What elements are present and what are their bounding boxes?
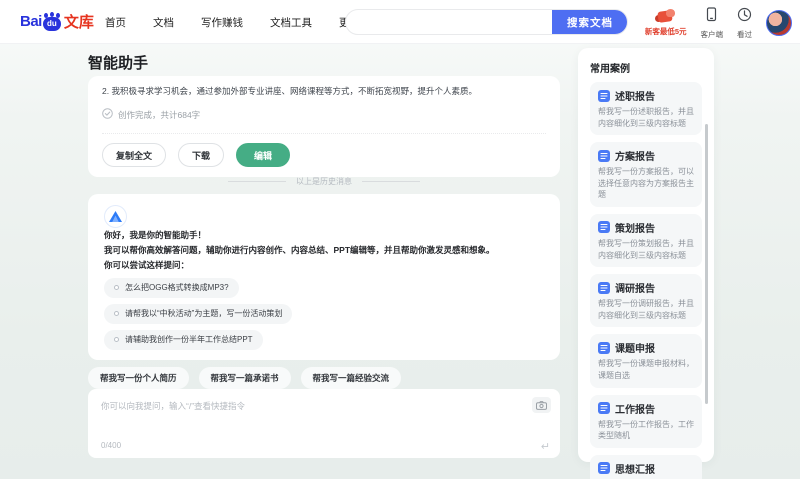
search-button[interactable]: 搜索文档: [552, 10, 627, 34]
main-nav: 首页 文档 写作赚钱 文档工具 更多: [105, 0, 360, 44]
check-circle-icon: [102, 106, 113, 124]
document-icon: [598, 402, 610, 415]
promo-gift-icon: [654, 9, 678, 24]
search-input[interactable]: [346, 10, 552, 34]
case-card-keti[interactable]: 课题申报 帮我写一份课题申报材料，课题自选: [590, 334, 702, 388]
promo-entry[interactable]: 新客最低5元: [645, 9, 687, 37]
suggestion-item[interactable]: 请帮我以“中秋活动”为主题，写一份活动策划: [104, 303, 293, 324]
suggestion-item[interactable]: 怎么把OGG格式转换成MP3?: [104, 277, 239, 298]
phone-icon: [705, 6, 718, 27]
nav-item-home[interactable]: 首页: [105, 15, 126, 30]
panel-scrollbar[interactable]: [705, 124, 708, 404]
suggestion-item[interactable]: 请辅助我创作一份半年工作总结PPT: [104, 329, 263, 350]
document-icon: [598, 281, 610, 294]
bullet-icon: [114, 311, 119, 317]
baidu-paw-icon: du: [42, 11, 61, 31]
generated-content-line: 2. 我积极寻求学习机会，通过参加外部专业讲座、网络课程等方式，不断拓宽视野，提…: [102, 86, 477, 96]
user-avatar[interactable]: [766, 10, 792, 36]
nav-item-docs[interactable]: 文档: [153, 15, 174, 30]
history-message-card: 2. 我积极寻求学习机会，通过参加外部专业讲座、网络课程等方式，不断拓宽视野，提…: [88, 76, 560, 177]
viewed-entry[interactable]: 看过: [737, 7, 752, 40]
edit-button[interactable]: 编辑: [236, 143, 291, 167]
suggestion-list: 怎么把OGG格式转换成MP3? 请帮我以“中秋活动”为主题，写一份活动策划 请辅…: [104, 277, 544, 350]
viewed-label: 看过: [737, 29, 752, 39]
bullet-icon: [114, 285, 119, 291]
client-entry[interactable]: 客户端: [700, 6, 724, 40]
history-actions: 复制全文 下载 编辑: [102, 143, 546, 167]
camera-icon[interactable]: [532, 397, 551, 413]
common-cases-panel: 常用案例 述职报告 帮我写一份述职报告，并且内容细化到三级内容标题 方案报告 帮…: [578, 48, 714, 479]
status-text: 创作完成，共计684字: [118, 110, 201, 120]
welcome-line-2: 我可以帮你高效解答问题，辅助你进行内容创作、内容总结、PPT编辑等，并且帮助你激…: [104, 244, 495, 255]
history-divider-text: 以上是历史消息: [296, 177, 352, 186]
doc-search-bar: 搜索文档: [345, 9, 628, 35]
case-card-cehua[interactable]: 策划报告 帮我写一份策划报告，并且内容细化到三级内容标题: [590, 213, 702, 268]
history-messages-divider: 以上是历史消息: [88, 176, 560, 187]
copy-full-text-button[interactable]: 复制全文: [102, 143, 167, 167]
creation-status: 创作完成，共计684字: [102, 106, 546, 124]
assistant-welcome-card: 你好，我是你的智能助手！ 我可以帮你高效解答问题，辅助你进行内容创作、内容总结、…: [88, 194, 560, 360]
promo-label: 新客最低5元: [644, 27, 687, 36]
top-navbar: Bai du 文库 首页 文档 写作赚钱 文档工具 更多 搜索文档 新客最低5元: [0, 0, 800, 44]
document-icon: [598, 221, 610, 234]
nav-item-earn[interactable]: 写作赚钱: [201, 15, 243, 30]
input-placeholder: 你可以向我提问，输入“/”查看快捷指令: [101, 401, 246, 411]
chip-commitment[interactable]: 帮我写一篇承诺书: [198, 367, 291, 389]
enter-icon: ↵: [540, 441, 550, 453]
case-card-sixiang[interactable]: 思想汇报 帮我写一份思想汇报: [590, 454, 702, 479]
clock-icon: [737, 7, 752, 27]
case-card-shuzhi[interactable]: 述职报告 帮我写一份述职报告，并且内容细化到三级内容标题: [590, 82, 702, 136]
header-actions: 新客最低5元 客户端 看过: [645, 4, 792, 42]
baidu-wenku-logo[interactable]: Bai du 文库: [20, 11, 94, 32]
case-card-gongzuo[interactable]: 工作报告 帮我写一份工作报告，工作类型随机: [590, 394, 702, 448]
nav-item-tools[interactable]: 文档工具: [270, 15, 312, 30]
download-button[interactable]: 下载: [178, 143, 225, 167]
logo-wenku-text: 文库: [63, 14, 94, 31]
document-icon: [598, 462, 610, 475]
char-counter: 0/400: [101, 441, 122, 450]
bullet-icon: [114, 337, 119, 343]
assistant-avatar: [104, 205, 127, 228]
cases-panel-title: 常用案例: [590, 64, 630, 75]
app-screen: Bai du 文库 首页 文档 写作赚钱 文档工具 更多 搜索文档 新客最低5元: [0, 0, 800, 479]
message-input-box[interactable]: 你可以向我提问，输入“/”查看快捷指令 0/400 ↵: [88, 389, 560, 458]
chip-experience[interactable]: 帮我写一篇经验交流: [300, 367, 402, 389]
case-card-fangan[interactable]: 方案报告 帮我写一份方案报告，可以选择任意内容为方案报告主题: [590, 142, 702, 207]
quick-prompt-chips: 帮我写一份个人简历 帮我写一篇承诺书 帮我写一篇经验交流: [88, 367, 402, 389]
assistant-logo-icon: [109, 211, 122, 222]
document-icon: [598, 341, 610, 354]
welcome-line-1: 你好，我是你的智能助手！: [104, 230, 207, 240]
welcome-line-3: 你可以尝试这样提问：: [104, 259, 190, 270]
chip-resume[interactable]: 帮我写一份个人简历: [88, 367, 189, 389]
page-title: 智能助手: [88, 55, 149, 72]
case-card-diaoyan[interactable]: 调研报告 帮我写一份调研报告，并且内容细化到三级内容标题: [590, 274, 702, 328]
logo-bai-text: Bai: [20, 13, 42, 30]
document-icon: [598, 89, 610, 102]
client-label: 客户端: [700, 29, 724, 39]
document-icon: [598, 149, 610, 162]
divider: [102, 133, 546, 134]
